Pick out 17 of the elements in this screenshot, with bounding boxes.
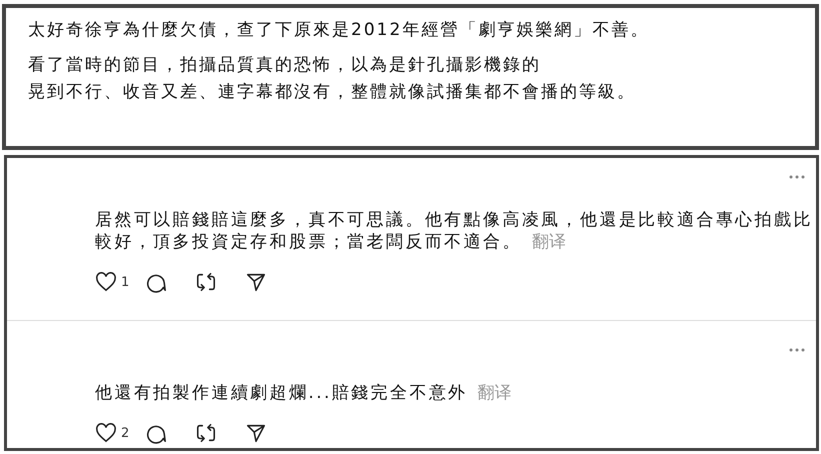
share-icon[interactable] (245, 271, 267, 293)
repost-icon[interactable] (195, 271, 217, 293)
more-icon[interactable] (788, 348, 806, 352)
translate-link[interactable]: 翻译 (532, 232, 566, 252)
translate-link[interactable]: 翻译 (478, 383, 512, 403)
more-icon[interactable] (788, 175, 806, 179)
share-icon[interactable] (245, 422, 267, 444)
quote-line: 太好奇徐亨為什麼欠債，查了下原來是2012年經營「劇亨娛樂網」不善。 (28, 19, 650, 42)
like-icon[interactable] (95, 272, 117, 292)
like-count: 2 (121, 426, 130, 440)
like-count: 1 (121, 274, 130, 290)
comment-text: 他還有拍製作連續劇超爛...賠錢完全不意外 翻译 (95, 382, 513, 404)
like-icon[interactable] (95, 423, 117, 443)
comment-text: 居然可以賠錢賠這麼多，真不可思議。他有點像高凌風，他還是比較適合專心拍戲比較好，頂多投資定存和股票；當老闆反而不適合。 翻译 (95, 209, 814, 253)
quote-line: 晃到不行、收音又差、連字幕都沒有，整體就像試播集都不會播的等級。 (28, 81, 636, 104)
quote-line: 看了當時的節目，拍攝品質真的恐怖，以為是針孔攝影機錄的 (28, 54, 541, 77)
repost-icon[interactable] (195, 422, 217, 444)
